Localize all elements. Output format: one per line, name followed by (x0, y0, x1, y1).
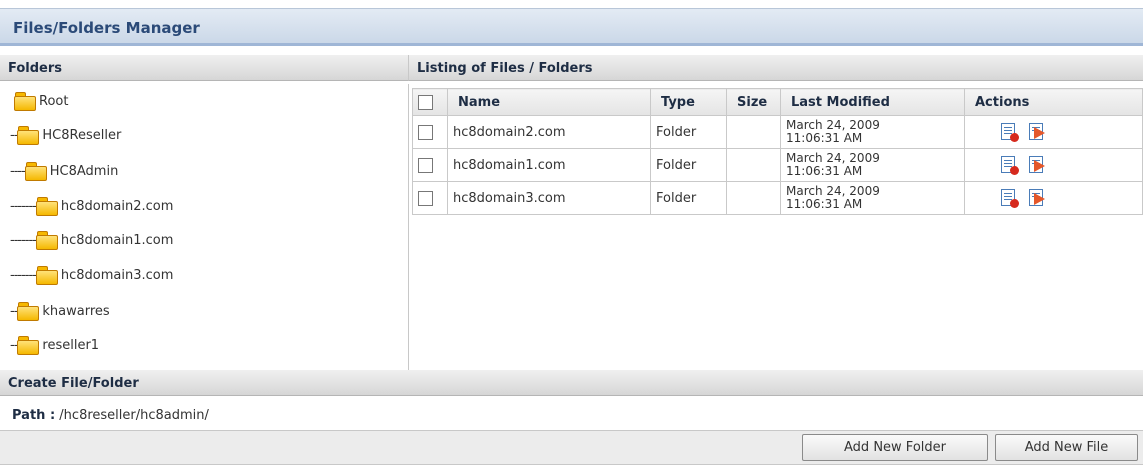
tree-item-hc8admin[interactable]: ---- HC8Admin (10, 154, 119, 181)
add-new-folder-button[interactable]: Add New Folder (802, 434, 988, 461)
row-name[interactable]: hc8domain3.com (447, 181, 651, 215)
tree-item-label: HC8Admin (49, 164, 119, 179)
files-table: Name Type Size Last Modified Actions hc8… (412, 88, 1143, 215)
tree-item-root[interactable]: Root (14, 84, 69, 111)
row-name[interactable]: hc8domain2.com (447, 115, 651, 149)
open-icon[interactable] (1028, 189, 1046, 207)
row-type: Folder (650, 115, 727, 149)
modified-time: 11:06:31 AM (786, 197, 863, 211)
tree-item-hc8domain3[interactable]: ------- hc8domain3.com (10, 258, 174, 285)
folder-icon (17, 302, 40, 321)
tree-item-label: HC8Reseller (42, 128, 122, 143)
table-header-row: Name Type Size Last Modified Actions (412, 88, 1143, 116)
row-size (726, 181, 781, 215)
row-type: Folder (650, 148, 727, 182)
col-name[interactable]: Name (447, 88, 651, 116)
path-row: Path : /hc8reseller/hc8admin/ (0, 397, 1143, 431)
create-header: Create File/Folder (0, 370, 1143, 396)
row-type: Folder (650, 181, 727, 215)
col-type[interactable]: Type (650, 88, 727, 116)
tree-indent: -- (10, 304, 18, 319)
tree-indent: ------- (10, 199, 37, 214)
row-select-cell (412, 181, 448, 215)
row-select-cell (412, 148, 448, 182)
delete-icon[interactable] (1000, 156, 1019, 175)
tree-item-label: Root (39, 94, 69, 109)
col-actions: Actions (964, 88, 1143, 116)
tree-indent: ------- (10, 268, 37, 283)
select-all-checkbox[interactable] (418, 94, 433, 110)
row-actions (964, 115, 1143, 149)
open-icon[interactable] (1028, 156, 1046, 174)
row-select-cell (412, 115, 448, 149)
delete-icon[interactable] (1000, 189, 1019, 208)
table-row: hc8domain1.com Folder March 24, 2009 11:0… (412, 148, 1143, 182)
title-bar: Files/Folders Manager (0, 8, 1143, 46)
page-title: Files/Folders Manager (13, 19, 200, 37)
tree-indent: -- (10, 128, 18, 143)
folders-header: Folders (0, 55, 408, 81)
row-checkbox[interactable] (418, 157, 433, 173)
table-row: hc8domain3.com Folder March 24, 2009 11:0… (412, 181, 1143, 215)
row-name[interactable]: hc8domain1.com (447, 148, 651, 182)
table-row: hc8domain2.com Folder March 24, 2009 11:0… (412, 115, 1143, 149)
tree-indent: ------- (10, 233, 37, 248)
tree-item-label: hc8domain1.com (60, 233, 174, 248)
folder-icon (14, 92, 36, 111)
row-size (726, 148, 781, 182)
tree-item-hc8domain1[interactable]: ------- hc8domain1.com (10, 223, 174, 250)
tree-item-reseller1[interactable]: -- reseller1 (10, 328, 100, 355)
files-folders-manager: Files/Folders Manager Folders Root -- HC… (0, 0, 1143, 475)
row-actions (964, 181, 1143, 215)
tree-item-label: hc8domain2.com (60, 199, 174, 214)
path-value: /hc8reseller/hc8admin/ (59, 408, 209, 423)
row-modified: March 24, 2009 11:06:31 AM (780, 181, 965, 215)
add-new-file-button[interactable]: Add New File (995, 434, 1138, 461)
path-label: Path : (12, 408, 56, 423)
tree-indent: ---- (10, 164, 26, 179)
modified-time: 11:06:31 AM (786, 131, 863, 145)
folder-tree: Root -- HC8Reseller ---- HC8Admin ------… (0, 84, 409, 370)
tree-item-hc8reseller[interactable]: -- HC8Reseller (10, 118, 122, 145)
row-actions (964, 148, 1143, 182)
row-checkbox[interactable] (418, 190, 433, 206)
col-last-modified[interactable]: Last Modified (780, 88, 965, 116)
tree-item-label: khawarres (42, 304, 110, 319)
tree-item-label: reseller1 (42, 338, 100, 353)
folder-icon (35, 266, 58, 285)
row-modified: March 24, 2009 11:06:31 AM (780, 148, 965, 182)
open-icon[interactable] (1028, 123, 1046, 141)
folder-icon (17, 336, 40, 355)
folder-icon (17, 126, 40, 145)
tree-item-khawarres[interactable]: -- khawarres (10, 294, 110, 321)
folder-icon (35, 197, 58, 216)
row-size (726, 115, 781, 149)
tree-item-hc8domain2[interactable]: ------- hc8domain2.com (10, 189, 174, 216)
row-modified: March 24, 2009 11:06:31 AM (780, 115, 965, 149)
listing-header: Listing of Files / Folders (408, 55, 1143, 81)
modified-time: 11:06:31 AM (786, 164, 863, 178)
button-row: Add New Folder Add New File (0, 431, 1143, 465)
folder-icon (24, 162, 47, 181)
delete-icon[interactable] (1000, 123, 1019, 142)
tree-item-label: hc8domain3.com (60, 268, 174, 283)
col-size[interactable]: Size (726, 88, 781, 116)
select-all-cell (412, 88, 448, 116)
tree-indent: -- (10, 338, 18, 353)
row-checkbox[interactable] (418, 124, 433, 140)
folder-icon (35, 231, 58, 250)
